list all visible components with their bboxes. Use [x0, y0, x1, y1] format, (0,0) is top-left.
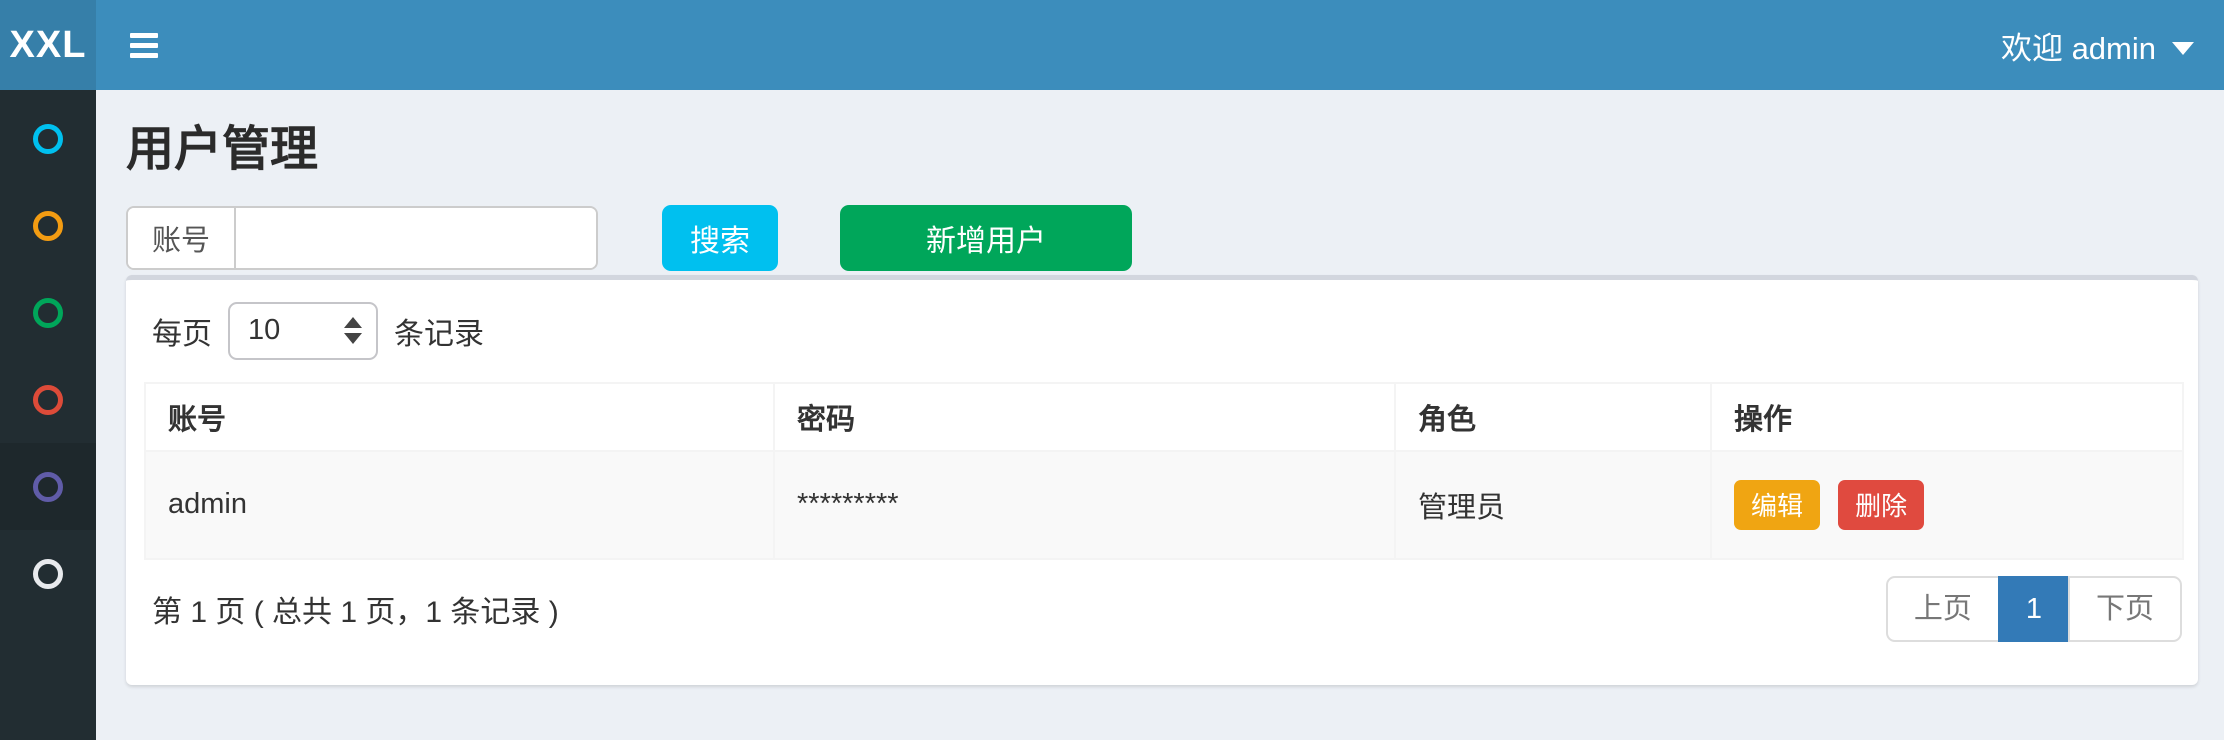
cell-actions: 编辑 删除	[1711, 451, 2183, 559]
sidebar-item-5-active[interactable]	[0, 443, 96, 530]
delete-button[interactable]: 删除	[1838, 480, 1924, 530]
table-header-row: 账号 密码 角色 操作	[145, 383, 2183, 451]
circle-icon	[33, 211, 63, 241]
circle-icon	[33, 472, 63, 502]
hamburger-icon	[130, 33, 158, 58]
column-header-account: 账号	[145, 383, 774, 451]
column-header-password: 密码	[774, 383, 1395, 451]
welcome-text: 欢迎 admin	[2001, 23, 2156, 68]
pagination-prev-button[interactable]: 上页	[1886, 576, 2000, 642]
sidebar-item-6[interactable]	[0, 530, 96, 617]
search-button[interactable]: 搜索	[662, 205, 778, 271]
main-content: 用户管理 账号 搜索 新增用户 每页 10 条记录 账号 密码 角色 操作	[96, 90, 2224, 740]
per-page-prefix: 每页	[152, 309, 212, 353]
pagination-next-button[interactable]: 下页	[2068, 576, 2182, 642]
cell-account: admin	[145, 451, 774, 559]
search-toolbar: 账号 搜索 新增用户	[126, 205, 2198, 271]
table-row: admin ********* 管理员 编辑 删除	[145, 451, 2183, 559]
sidebar-item-4[interactable]	[0, 356, 96, 443]
circle-icon	[33, 298, 63, 328]
add-user-button[interactable]: 新增用户	[840, 205, 1132, 271]
brand-logo-text: XXL	[10, 24, 87, 67]
account-input[interactable]	[236, 208, 598, 268]
cell-role: 管理员	[1395, 451, 1711, 559]
table-footer: 第 1 页 ( 总共 1 页，1 条记录 ) 上页 1 下页	[144, 576, 2182, 642]
user-table-panel: 每页 10 条记录 账号 密码 角色 操作 admin *********	[126, 275, 2198, 685]
sidebar-item-2[interactable]	[0, 182, 96, 269]
pagination: 上页 1 下页	[1886, 576, 2182, 642]
per-page-select[interactable]: 10	[228, 302, 378, 360]
brand-logo[interactable]: XXL	[0, 0, 96, 90]
circle-icon	[33, 385, 63, 415]
select-spinner-icon	[344, 304, 362, 358]
circle-icon	[33, 124, 63, 154]
per-page-suffix: 条记录	[394, 309, 484, 353]
edit-button[interactable]: 编辑	[1734, 480, 1820, 530]
per-page-value: 10	[248, 314, 280, 347]
page-title: 用户管理	[126, 124, 2198, 177]
user-menu[interactable]: 欢迎 admin	[1971, 0, 2224, 90]
pagination-page-1-active[interactable]: 1	[1998, 576, 2070, 642]
column-header-actions: 操作	[1711, 383, 2183, 451]
pagination-info: 第 1 页 ( 总共 1 页，1 条记录 )	[152, 587, 559, 631]
column-header-role: 角色	[1395, 383, 1711, 451]
circle-icon	[33, 559, 63, 589]
per-page-row: 每页 10 条记录	[152, 302, 2178, 360]
sidebar-toggle-button[interactable]	[96, 0, 192, 90]
sidebar-item-3[interactable]	[0, 269, 96, 356]
account-label: 账号	[128, 208, 236, 268]
account-search-group: 账号	[126, 206, 598, 270]
top-navbar: XXL 欢迎 admin	[0, 0, 2224, 90]
user-table: 账号 密码 角色 操作 admin ********* 管理员 编辑 删除	[144, 382, 2184, 560]
sidebar-item-1[interactable]	[0, 95, 96, 182]
chevron-down-icon	[2172, 42, 2194, 55]
cell-password: *********	[774, 451, 1395, 559]
sidebar	[0, 90, 96, 740]
navbar-spacer	[192, 0, 1971, 90]
